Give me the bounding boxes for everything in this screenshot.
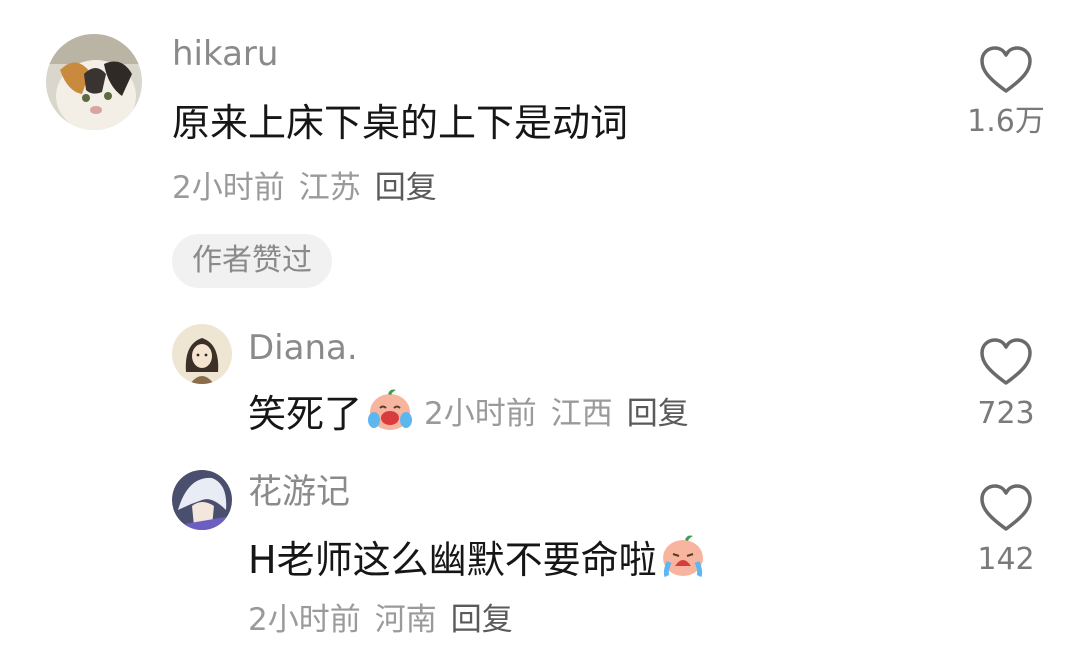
reply-button[interactable]: 回复 (375, 170, 437, 206)
like-count: 723 (977, 396, 1035, 431)
crying-face-icon (659, 532, 707, 588)
comment-text: H老师这么幽默不要命啦 (248, 538, 657, 582)
like-button[interactable]: 142 (956, 482, 1056, 578)
comment-list: hikaru 原来上床下桌的上下是动词 2小时前 江苏 回复 作者赞过 1.6万 D… (0, 0, 1080, 667)
reply-button[interactable]: 回复 (627, 396, 689, 432)
like-count: 142 (977, 542, 1035, 577)
avatar[interactable] (172, 470, 232, 530)
comment-location: 江苏 (298, 170, 361, 206)
comment-username[interactable]: hikaru (172, 34, 278, 74)
cat-avatar-icon (46, 34, 142, 130)
comment-location: 河南 (374, 602, 437, 638)
comment-time: 2小时前 (248, 602, 361, 638)
heart-icon (980, 484, 1032, 531)
anime-character-avatar-icon (172, 470, 232, 530)
comment-row: 笑死了 2小时前 江西 回复 (248, 386, 703, 442)
comment-location: 江西 (550, 396, 613, 432)
laughing-crying-face-icon (366, 386, 414, 442)
heart-icon (980, 338, 1032, 385)
comment-meta: 2小时前 河南 回复 (248, 600, 527, 640)
comment-text: 原来上床下桌的上下是动词 (172, 101, 629, 145)
comment-text: 笑死了 (248, 392, 363, 436)
comment-row: H老师这么幽默不要命啦 (248, 532, 717, 588)
like-button[interactable]: 1.6万 (956, 44, 1056, 140)
comment-meta: 2小时前 江苏 回复 (172, 168, 451, 208)
like-count: 1.6万 (967, 104, 1045, 139)
comment-time: 2小时前 (172, 170, 285, 206)
comment-meta: 2小时前 江西 回复 (424, 394, 703, 434)
comment-username[interactable]: 花游记 (248, 472, 350, 512)
avatar[interactable] (46, 34, 142, 130)
comment-username[interactable]: Diana. (248, 328, 358, 368)
heart-icon (980, 46, 1032, 93)
avatar[interactable] (172, 324, 232, 384)
illustrated-woman-avatar-icon (172, 324, 232, 384)
reply-button[interactable]: 回复 (451, 602, 513, 638)
like-button[interactable]: 723 (956, 336, 1056, 432)
comment-time: 2小时前 (424, 396, 537, 432)
author-liked-badge: 作者赞过 (172, 234, 332, 288)
